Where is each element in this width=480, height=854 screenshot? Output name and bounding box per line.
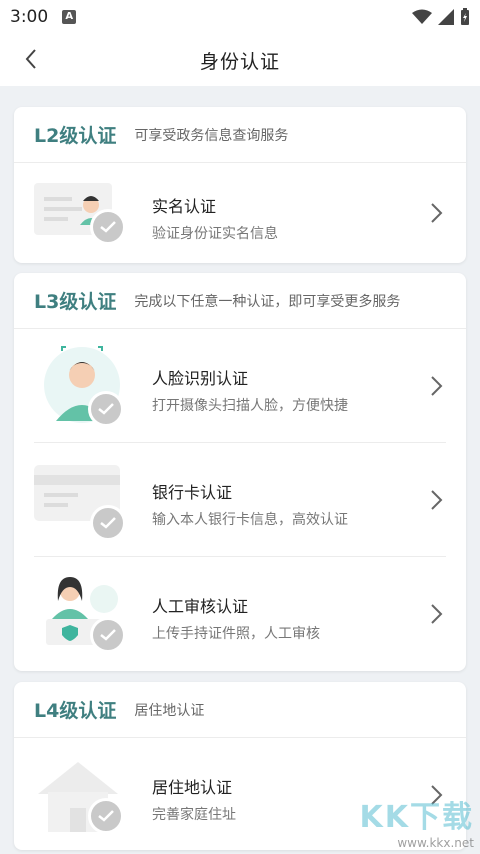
l2-card-header: L2级认证 可享受政务信息查询服务 (14, 107, 466, 163)
level-label: L3级认证 (34, 291, 117, 313)
item-name: 居住地认证 (152, 778, 233, 797)
chevron-right-icon (431, 376, 443, 396)
check-badge (90, 617, 126, 653)
check-badge (88, 798, 124, 834)
level-label: L2级认证 (34, 125, 117, 147)
check-icon (100, 629, 116, 641)
check-badge (90, 209, 126, 245)
wifi-icon (412, 9, 432, 24)
status-time: 3:00 (10, 7, 49, 27)
check-icon (100, 221, 116, 233)
chevron-right-icon (431, 490, 443, 510)
nav-bar: 身份认证 (0, 34, 480, 86)
level-description: 完成以下任意一种认证，即可享受更多服务 (134, 293, 401, 310)
check-icon (98, 403, 114, 415)
status-icons (412, 8, 470, 26)
l3-card: L3级认证 完成以下任意一种认证，即可享受更多服务 人脸识别认证 打开摄像头扫描… (14, 273, 466, 671)
bank-card-illustration (34, 459, 134, 541)
item-desc: 输入本人银行卡信息，高效认证 (152, 512, 348, 528)
level-label: L4级认证 (34, 700, 117, 722)
battery-icon (461, 8, 469, 25)
status-bar: 3:00 A (0, 0, 480, 34)
check-icon (98, 810, 114, 822)
face-scan-illustration (34, 345, 134, 427)
real-name-auth-item[interactable]: 实名认证 验证身份证实名信息 (14, 163, 466, 263)
l2-card: L2级认证 可享受政务信息查询服务 实名认证 验证身份证实名信息 (14, 107, 466, 263)
watermark: KK下载 www.kkx.net (360, 792, 475, 850)
chevron-right-icon (431, 604, 443, 624)
level-description: 可享受政务信息查询服务 (134, 127, 289, 144)
item-desc: 上传手持证件照，人工审核 (152, 626, 320, 642)
manual-review-illustration (34, 573, 134, 655)
watermark-text: KK下载 (359, 800, 474, 835)
l4-card-header: L4级认证 居住地认证 (14, 682, 466, 738)
l3-card-header: L3级认证 完成以下任意一种认证，即可享受更多服务 (14, 273, 466, 329)
item-name: 人工审核认证 (152, 597, 249, 616)
watermark-url: www.kkx.net (397, 836, 474, 850)
item-desc: 打开摄像头扫描人脸，方便快捷 (152, 398, 348, 414)
manual-review-auth-item[interactable]: 人工审核认证 上传手持证件照，人工审核 (14, 557, 466, 671)
check-badge (90, 505, 126, 541)
page-title: 身份认证 (199, 50, 280, 73)
chevron-right-icon (431, 203, 443, 223)
level-description: 居住地认证 (134, 702, 205, 719)
bank-card-auth-item[interactable]: 银行卡认证 输入本人银行卡信息，高效认证 (14, 443, 466, 557)
house-illustration (34, 754, 134, 836)
check-icon (100, 517, 116, 529)
item-desc: 验证身份证实名信息 (152, 226, 278, 242)
back-button[interactable] (16, 44, 46, 74)
item-name: 人脸识别认证 (152, 369, 249, 388)
item-name: 银行卡认证 (152, 483, 233, 502)
item-name: 实名认证 (152, 197, 217, 216)
check-badge (88, 391, 124, 427)
signal-icon (438, 9, 454, 25)
chevron-left-icon (25, 49, 36, 69)
item-desc: 完善家庭住址 (152, 807, 236, 823)
id-card-illustration (34, 179, 134, 261)
face-auth-item[interactable]: 人脸识别认证 打开摄像头扫描人脸，方便快捷 (14, 329, 466, 443)
notification-a-icon: A (62, 10, 77, 24)
